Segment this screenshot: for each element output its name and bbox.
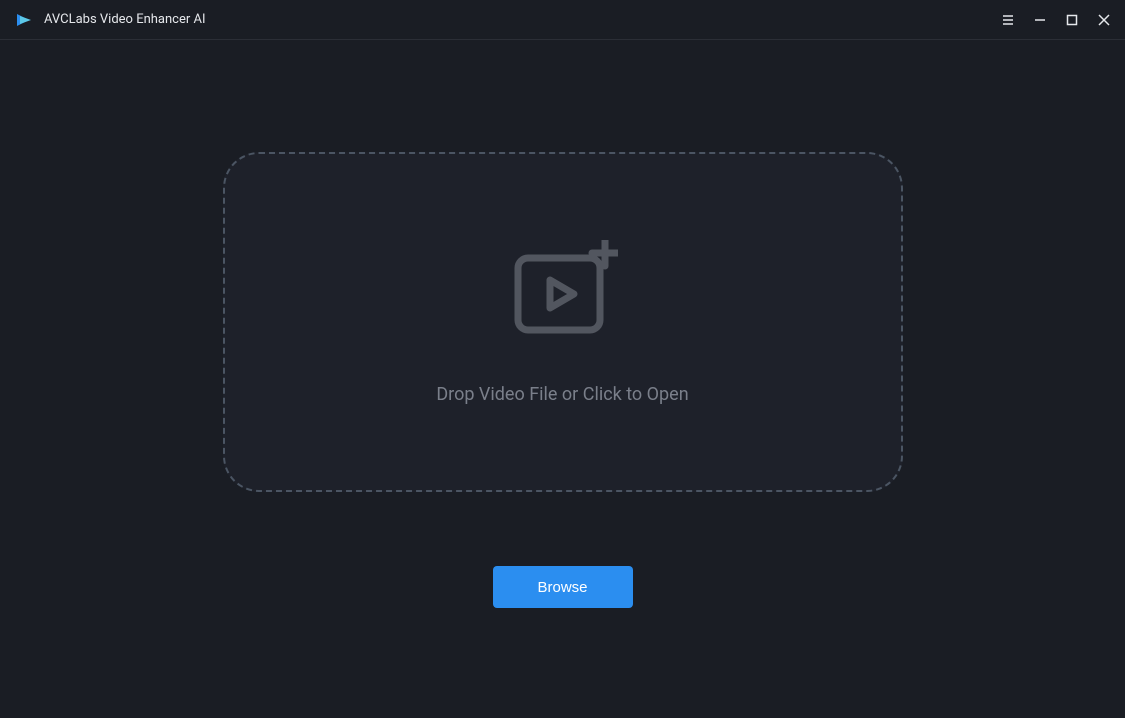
close-icon[interactable]	[1097, 13, 1111, 27]
titlebar-controls	[1001, 13, 1111, 27]
maximize-icon[interactable]	[1065, 13, 1079, 27]
menu-icon[interactable]	[1001, 13, 1015, 27]
drop-zone[interactable]: Drop Video File or Click to Open	[223, 152, 903, 492]
browse-button[interactable]: Browse	[493, 566, 633, 608]
app-title: AVCLabs Video Enhancer AI	[44, 12, 206, 27]
minimize-icon[interactable]	[1033, 13, 1047, 27]
app-logo-icon	[14, 10, 34, 30]
titlebar: AVCLabs Video Enhancer AI	[0, 0, 1125, 40]
main-content: Drop Video File or Click to Open Browse	[0, 40, 1125, 718]
drop-zone-text: Drop Video File or Click to Open	[436, 384, 688, 405]
video-add-icon	[508, 240, 618, 344]
titlebar-left: AVCLabs Video Enhancer AI	[14, 10, 206, 30]
